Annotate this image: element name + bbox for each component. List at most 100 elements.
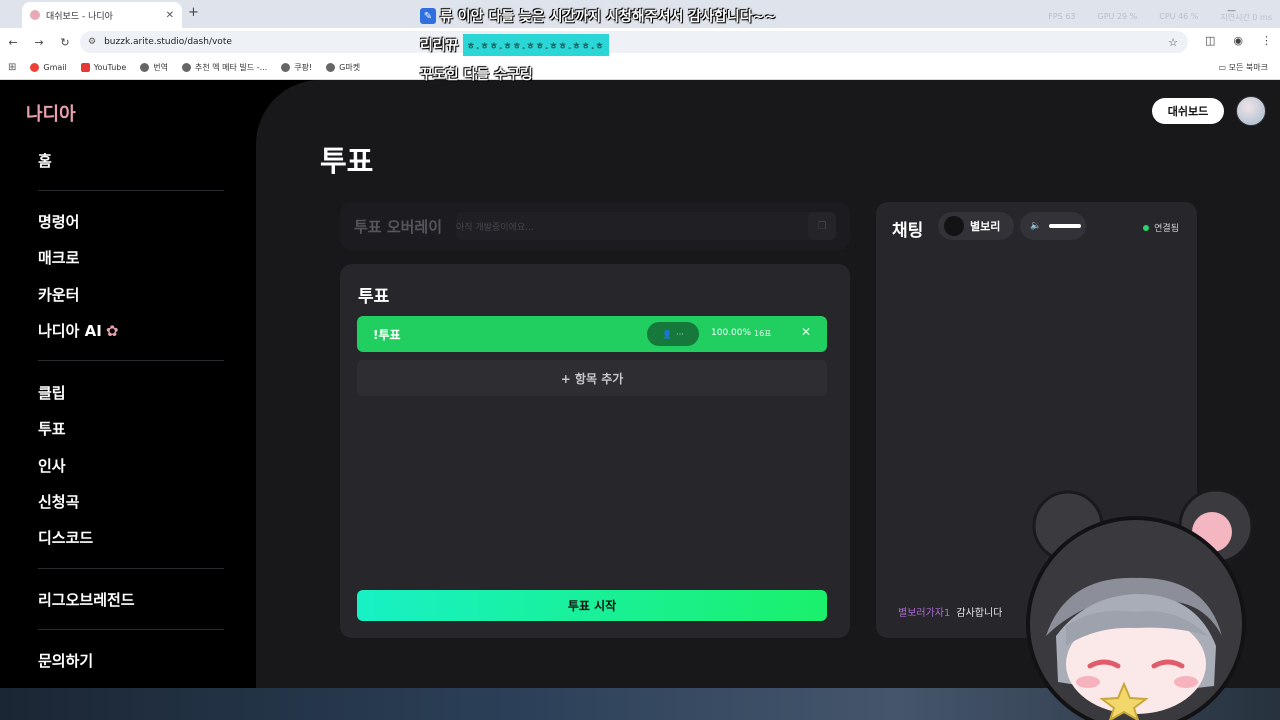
address-bar-row: ← → ↻ ⚙ buzzk.arite.studio/dash/vote ☆ ◫… [0, 28, 1280, 56]
sidebar-item-lol[interactable]: 리그오브레전드 [38, 589, 135, 610]
connection-status: 연결됨 [1143, 221, 1179, 234]
extensions-icon[interactable]: ◫ [1205, 34, 1215, 47]
sidebar-item-commands[interactable]: 명령어 [38, 211, 79, 232]
apps-grid-icon[interactable]: ⊞ [8, 62, 16, 73]
sidebar-item-vote[interactable]: 투표 [38, 418, 66, 439]
bookmarks-folder-label: 모든 북마크 [1228, 63, 1268, 72]
avatar[interactable] [1236, 96, 1266, 126]
overlay-url-field[interactable]: 아직 개발중이에요... ❐ [456, 212, 836, 240]
start-vote-button[interactable]: 투표 시작 [357, 590, 827, 621]
url-text: buzzk.arite.studio/dash/vote [104, 37, 232, 47]
bookmark-translate[interactable]: 번역 [140, 62, 168, 73]
vote-panel: 투표 !투표 👤 ··· 100.00% 16표 ✕ + 항목 추가 투표 시작 [340, 264, 850, 638]
bookmark-coupang[interactable]: 쿠팡! [281, 62, 312, 73]
stream-chat-text: 류 이안 다들 늦은 시간까지 시청해주셔서 감사합니다~~ [440, 9, 777, 25]
brand-logo[interactable]: 나디아 [26, 100, 76, 126]
globe-icon [281, 63, 291, 72]
forward-icon[interactable]: → [26, 36, 52, 49]
browser-tab[interactable]: 대쉬보드 - 나디아 ✕ [22, 2, 182, 28]
volume-control[interactable]: 🔈 [1020, 212, 1086, 240]
sidebar-item-nadia-ai[interactable]: 나디아 AI ✿ [38, 320, 118, 341]
remove-option-icon[interactable]: ✕ [801, 325, 811, 339]
sidebar-item-discord[interactable]: 디스코드 [38, 527, 93, 548]
chat-title: 채팅 [892, 221, 924, 241]
vote-option[interactable]: !투표 👤 ··· 100.00% 16표 ✕ [357, 316, 827, 352]
sidebar-item-macro[interactable]: 매크로 [38, 247, 79, 268]
copy-icon[interactable]: ❐ [808, 212, 836, 240]
add-option-button[interactable]: + 항목 추가 [357, 360, 827, 396]
channel-selector[interactable]: 별보리 [938, 212, 1014, 240]
more-icon[interactable]: ··· [676, 330, 684, 339]
connection-status-text: 연결됨 [1154, 224, 1179, 234]
globe-icon [182, 63, 191, 72]
status-dot-icon [1143, 224, 1150, 231]
speaker-icon[interactable]: 🔈 [1030, 221, 1041, 231]
bookmark-label: 추천 엑 메타 빌드 -... [195, 63, 268, 72]
sidebar-divider [38, 360, 224, 361]
page-title: 투표 [320, 144, 374, 178]
vote-option-actions[interactable]: 👤 ··· [647, 322, 699, 346]
delay-value: 0 ms [1252, 13, 1272, 22]
sidebar-item-home[interactable]: 홈 [38, 150, 52, 171]
stream-chat-line-3: 꾸도힌 다들 수구링 [420, 64, 533, 84]
gmail-icon [30, 63, 40, 72]
new-tab-icon[interactable]: + [188, 5, 199, 20]
stream-chat-line-1: ✎ 류 이안 다들 늦은 시간까지 시청해주셔서 감사합니다~~ [420, 6, 776, 26]
bookmark-gmarket[interactable]: G마켓 [326, 62, 360, 73]
fps-label: FPS [1048, 12, 1063, 21]
gpu-value: 29 % [1116, 12, 1138, 21]
bookmark-label: YouTube [93, 63, 127, 72]
back-icon[interactable]: ← [0, 36, 26, 49]
sidebar-item-label: 나디아 AI [38, 322, 102, 340]
system-stats: FPS 63 GPU 29 % CPU 46 % 지연시간 0 ms [1048, 12, 1272, 23]
sidebar-divider [38, 568, 224, 569]
browser-actions: ◫ ◉ ⋮ [1205, 34, 1272, 47]
tab-close-icon[interactable]: ✕ [166, 10, 174, 21]
bookmark-label: 번역 [153, 63, 168, 72]
stream-chat-text: 꾸도힌 다들 수구링 [420, 67, 533, 83]
favicon-icon [30, 10, 40, 20]
vote-option-percent: 100.00% [711, 328, 752, 338]
bookmark-label: 쿠팡! [294, 63, 313, 72]
sidebar-item-counter[interactable]: 카운터 [38, 284, 79, 305]
vote-overlay-title: 투표 오버레이 [354, 217, 443, 236]
volume-slider[interactable] [1049, 224, 1082, 228]
chat-message-text: 감사합니다 [956, 608, 1003, 619]
bookmark-gmail[interactable]: Gmail [30, 63, 67, 72]
site-info-icon[interactable]: ⚙ [88, 37, 96, 47]
menu-icon[interactable]: ⋮ [1261, 34, 1272, 47]
globe-icon [140, 63, 150, 72]
url-bar[interactable]: ⚙ buzzk.arite.studio/dash/vote ☆ [80, 31, 1188, 53]
pencil-icon: ✎ [420, 8, 436, 24]
bookmark-label: Gmail [43, 63, 67, 72]
chat-message-user: 별보러가자1 [898, 608, 951, 619]
emote-strip: ㅎ.ㅎㅎ.ㅎㅎ.ㅎㅎ.ㅎㅎ.ㅎㅎ.ㅎ [462, 34, 609, 56]
bookmark-meta-build[interactable]: 추천 엑 메타 빌드 -... [182, 62, 267, 73]
minimize-icon[interactable]: — [1227, 6, 1236, 16]
vote-overlay-panel: 투표 오버레이 아직 개발중이에요... ❐ [340, 202, 850, 250]
youtube-icon [80, 63, 90, 72]
sidebar-item-contact[interactable]: 문의하기 [38, 650, 93, 671]
vote-heading: 투표 [358, 287, 390, 307]
channel-name: 별보리 [970, 220, 1001, 233]
stream-chat-user: 리리뀨 [420, 38, 459, 54]
sidebar-item-song-request[interactable]: 신청곡 [38, 491, 79, 512]
overlay-url-placeholder: 아직 개발중이에요... [456, 222, 534, 233]
mascot-avatar [1026, 488, 1254, 720]
user-icon[interactable]: 👤 [662, 330, 672, 339]
sidebar-divider [38, 629, 224, 630]
dashboard-button[interactable]: 대쉬보드 [1152, 98, 1224, 124]
bookmarks-bar: ⊞ Gmail YouTube 번역 추천 엑 메타 빌드 -... 쿠팡! G… [0, 56, 1280, 80]
all-bookmarks-folder[interactable]: ▭ 모든 북마크 [1219, 62, 1268, 73]
profile-icon[interactable]: ◉ [1233, 34, 1243, 47]
bookmark-label: G마켓 [339, 63, 361, 72]
bookmark-youtube[interactable]: YouTube [80, 63, 127, 72]
sidebar-divider [38, 190, 224, 191]
stream-chat-line-2: 리리뀨 ㅎ.ㅎㅎ.ㅎㅎ.ㅎㅎ.ㅎㅎ.ㅎㅎ.ㅎ [420, 34, 609, 56]
vote-option-count: 16표 [754, 329, 772, 338]
sidebar-item-greeting[interactable]: 인사 [38, 455, 66, 476]
globe-icon [326, 63, 336, 72]
bookmark-star-icon[interactable]: ☆ [1168, 36, 1178, 49]
sidebar-item-clip[interactable]: 클립 [38, 382, 66, 403]
reload-icon[interactable]: ↻ [52, 36, 78, 49]
